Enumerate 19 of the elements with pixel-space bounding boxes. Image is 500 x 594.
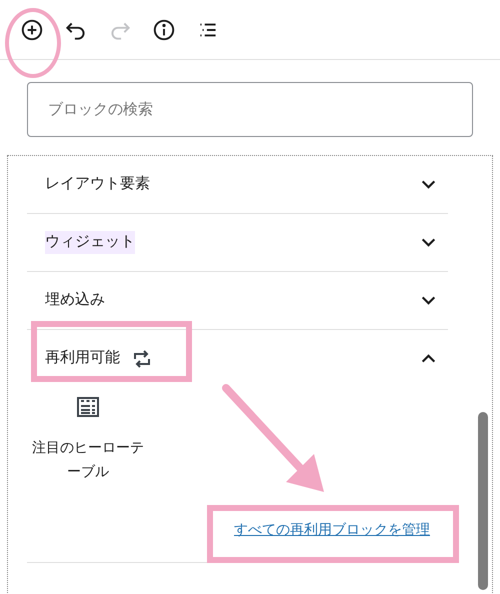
block-item[interactable]: 注目のヒーローテーブル	[23, 387, 153, 483]
category-header[interactable]: 埋め込み	[27, 272, 448, 329]
chevron-down-icon	[421, 296, 436, 305]
category-label: レイアウト要素	[45, 174, 150, 194]
category-header[interactable]: ウィジェット	[27, 214, 448, 271]
category-header[interactable]: レイアウト要素	[27, 156, 448, 213]
scrollbar-thumb[interactable]	[478, 412, 488, 590]
reusable-icon	[132, 350, 152, 368]
highlight-ellipse	[5, 8, 61, 78]
chevron-down-icon	[421, 180, 436, 189]
chevron-up-icon	[421, 354, 436, 363]
category-header[interactable]: 再利用可能	[27, 330, 448, 387]
chevron-down-icon	[421, 238, 436, 247]
manage-link[interactable]: すべての再利用ブロックを管理	[234, 519, 430, 540]
search-field[interactable]: ブロックの検索	[27, 82, 473, 137]
category-label: 再利用可能	[45, 348, 120, 368]
category-label: ウィジェット	[45, 231, 135, 254]
category-label: 埋め込み	[45, 290, 105, 310]
table-icon	[77, 397, 99, 417]
